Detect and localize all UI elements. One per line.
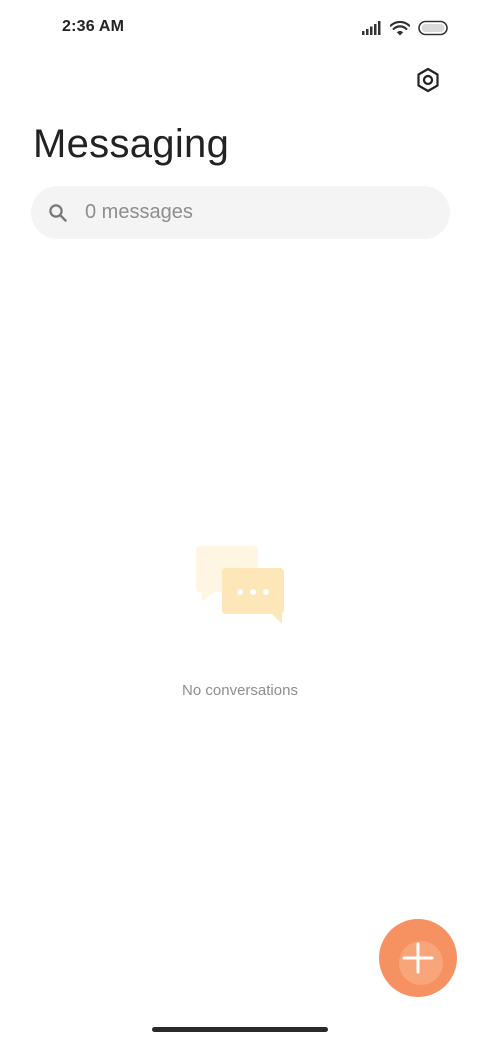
status-time: 2:36 AM [62,18,125,35]
settings-button[interactable] [410,62,446,98]
empty-state-text: No conversations [182,682,298,699]
status-icons [362,18,450,38]
status-bar: 2:36 AM [0,0,480,56]
messaging-screen: 2:36 AM Messaging 0 messages No conversa… [0,0,480,1040]
home-indicator[interactable] [152,1027,328,1032]
chat-bubbles-icon [196,546,286,626]
search-bar[interactable] [31,186,450,239]
settings-hexagon-icon [417,67,439,93]
wifi-icon [390,20,410,36]
page-title: Messaging [33,122,230,166]
search-icon [47,202,69,224]
signal-icon [362,21,381,35]
battery-icon [418,20,448,36]
plus-icon [402,942,434,974]
search-input[interactable] [83,191,407,234]
compose-button[interactable] [379,919,457,997]
